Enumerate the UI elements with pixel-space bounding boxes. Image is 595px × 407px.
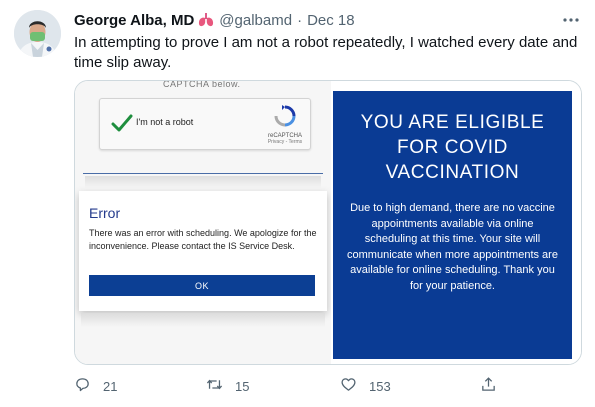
share-button[interactable] [480, 374, 497, 398]
reply-icon [74, 376, 91, 396]
check-icon [111, 113, 133, 133]
reply-button[interactable]: 21 [74, 374, 117, 398]
reply-count: 21 [103, 378, 118, 394]
error-message: There was an error with scheduling. We a… [89, 228, 317, 251]
author-handle[interactable]: @galbamd [219, 12, 292, 29]
recaptcha-widget: I'm not a robot reCAPTCHA Privacy - Term… [99, 98, 311, 150]
retweet-button[interactable]: 15 [206, 374, 249, 398]
background-shadow [85, 176, 321, 188]
avatar-image [14, 10, 61, 57]
header-separator: · [297, 11, 303, 29]
tweet-date[interactable]: Dec 18 [307, 12, 355, 29]
avatar[interactable] [14, 10, 61, 57]
recaptcha-links: Privacy - Terms [267, 139, 303, 145]
like-count: 153 [369, 378, 391, 394]
captcha-label: I'm not a robot [136, 117, 194, 127]
background-shadow [81, 313, 325, 327]
error-title: Error [89, 205, 121, 221]
like-button[interactable]: 153 [340, 374, 391, 398]
retweet-icon [206, 376, 223, 396]
tweet-text: In attempting to prove I am not a robot … [74, 34, 578, 71]
author-name[interactable]: George Alba, MD [74, 12, 194, 29]
divider [83, 173, 323, 174]
eligibility-notice: YOU ARE ELIGIBLE FOR COVID VACCINATION D… [333, 91, 572, 359]
captcha-header-fragment: CAPTCHA below. [163, 80, 241, 89]
tweet-media[interactable]: CAPTCHA below. I'm not a robot reCAPTCHA… [74, 80, 582, 365]
recaptcha-icon [274, 105, 296, 131]
error-dialog: Error There was an error with scheduling… [79, 191, 327, 311]
heart-icon [340, 376, 357, 396]
ok-button: OK [89, 275, 315, 296]
media-right-image[interactable]: YOU ARE ELIGIBLE FOR COVID VACCINATION D… [333, 81, 581, 364]
tweet-header: George Alba, MD @galbamd · Dec 18 [74, 10, 583, 30]
share-icon [480, 376, 497, 396]
recaptcha-logo: reCAPTCHA Privacy - Terms [266, 105, 304, 145]
media-left-screenshot[interactable]: CAPTCHA below. I'm not a robot reCAPTCHA… [75, 80, 331, 364]
notice-body: Due to high demand, there are no vaccine… [347, 202, 558, 292]
retweet-count: 15 [235, 378, 250, 394]
tweet-actions: 21 15 153 [74, 374, 584, 398]
more-options-icon[interactable] [559, 10, 583, 30]
notice-title: YOU ARE ELIGIBLE FOR COVID VACCINATION [360, 112, 545, 183]
lungs-icon [198, 13, 214, 27]
